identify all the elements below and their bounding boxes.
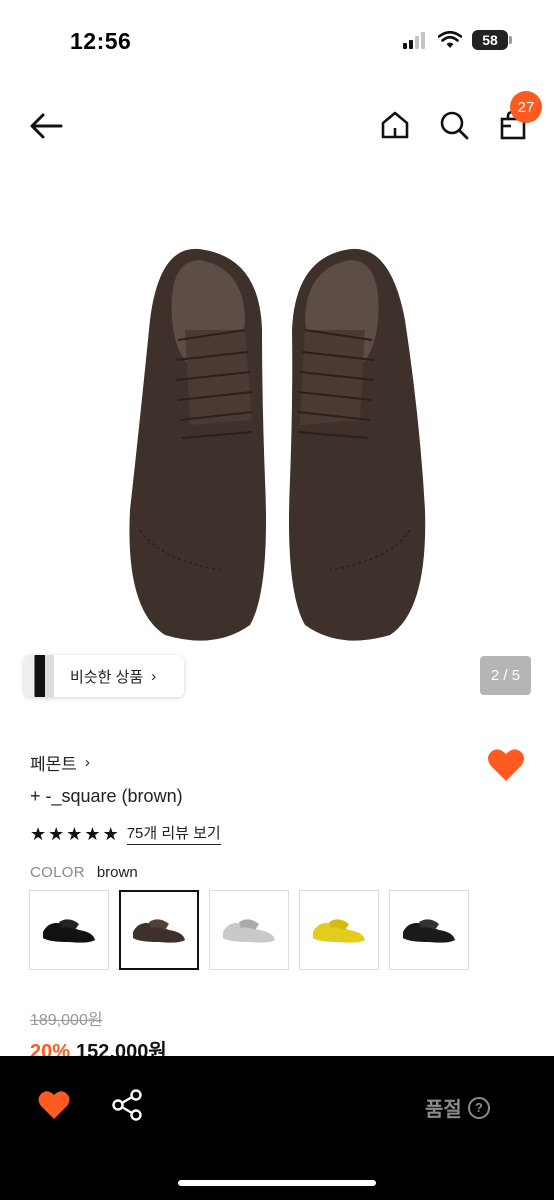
battery-level: 58 bbox=[482, 32, 498, 48]
status-time: 12:56 bbox=[70, 28, 132, 54]
soldout-label: 품절 bbox=[425, 1099, 462, 1121]
chevron-right-icon: › bbox=[151, 667, 157, 685]
brand-name: 페몬트 bbox=[30, 755, 77, 774]
brand-link[interactable]: 페몬트 › bbox=[30, 750, 90, 775]
heart-icon bbox=[38, 1091, 70, 1119]
swatch-black-2[interactable] bbox=[389, 890, 469, 970]
original-price: 189,000원 bbox=[30, 1012, 103, 1029]
soldout-status[interactable]: 품절 ? bbox=[425, 1093, 490, 1122]
top-nav bbox=[0, 100, 554, 152]
similar-product-thumbnail bbox=[24, 655, 54, 697]
home-button[interactable] bbox=[376, 106, 414, 144]
star-icon: ★ bbox=[102, 823, 119, 844]
back-button[interactable] bbox=[26, 108, 66, 144]
wifi-icon bbox=[438, 31, 462, 48]
signal-icon bbox=[403, 32, 425, 49]
left-shoe bbox=[129, 248, 266, 641]
color-row: COLOR brown bbox=[30, 864, 138, 881]
product-name: + -_square (brown) bbox=[30, 786, 183, 806]
chevron-right-icon: › bbox=[84, 754, 90, 771]
swatch-silver[interactable] bbox=[209, 890, 289, 970]
shoe-thumbnail-yellow bbox=[313, 919, 365, 943]
star-icon: ★ bbox=[48, 823, 65, 844]
search-icon bbox=[440, 111, 469, 140]
shoe-thumbnail-brown bbox=[133, 919, 185, 943]
shoe-thumbnail-silver bbox=[223, 919, 275, 943]
swatch-brown[interactable] bbox=[119, 890, 199, 970]
share-icon bbox=[112, 1089, 142, 1121]
shoe-thumbnail-black bbox=[43, 919, 95, 943]
back-arrow-icon bbox=[30, 113, 63, 139]
home-indicator bbox=[178, 1180, 376, 1186]
bottom-action-bar: 품절 ? bbox=[0, 1056, 554, 1200]
rating-row: ★ ★ ★ ★ ★ 75개 리뷰 보기 bbox=[30, 822, 221, 845]
heart-icon bbox=[488, 749, 524, 781]
image-page-indicator: 2 / 5 bbox=[480, 656, 531, 695]
review-link[interactable]: 75개 리뷰 보기 bbox=[126, 822, 221, 845]
wishlist-button[interactable] bbox=[36, 1088, 72, 1122]
star-icon: ★ bbox=[30, 823, 47, 844]
star-icon: ★ bbox=[84, 823, 101, 844]
search-button[interactable] bbox=[435, 106, 473, 144]
color-label: COLOR bbox=[30, 864, 85, 881]
status-bar: 12:56 58 bbox=[0, 0, 554, 80]
battery-icon: 58 bbox=[472, 30, 512, 50]
color-value: brown bbox=[96, 864, 138, 881]
wishlist-heart-button[interactable] bbox=[486, 746, 526, 784]
shoe-thumbnail-black-2 bbox=[403, 919, 455, 943]
swatch-black[interactable] bbox=[29, 890, 109, 970]
swatch-yellow[interactable] bbox=[299, 890, 379, 970]
home-icon bbox=[381, 111, 409, 139]
product-image[interactable] bbox=[0, 180, 554, 700]
color-swatches bbox=[29, 890, 469, 970]
similar-products-label: 비슷한 상품 bbox=[70, 668, 144, 686]
status-icons: 58 bbox=[402, 30, 512, 50]
cart-count-badge: 27 bbox=[510, 91, 542, 123]
share-button[interactable] bbox=[110, 1088, 144, 1122]
similar-products-button[interactable]: 비슷한 상품 › bbox=[24, 655, 184, 697]
right-shoe bbox=[289, 248, 426, 641]
help-icon[interactable]: ? bbox=[467, 1096, 490, 1119]
star-icon: ★ bbox=[66, 823, 83, 844]
